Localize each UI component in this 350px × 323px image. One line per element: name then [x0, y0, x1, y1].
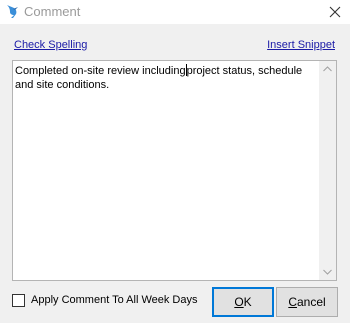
comment-text: Completed on-site review includingprojec…	[15, 64, 315, 92]
cancel-button[interactable]: Cancel	[276, 287, 338, 317]
cancel-label-rest: ancel	[296, 295, 326, 309]
check-spelling-link[interactable]: Check Spelling	[14, 39, 87, 51]
apply-all-week-days-checkbox[interactable]	[12, 294, 25, 307]
chevron-down-icon[interactable]	[323, 269, 332, 275]
comment-dialog: Comment Check Spelling Insert Snippet Co…	[0, 0, 350, 323]
ok-mnemonic: O	[234, 295, 244, 309]
title-bar: Comment	[0, 0, 350, 24]
chevron-up-icon[interactable]	[323, 66, 332, 72]
insert-snippet-link[interactable]: Insert Snippet	[267, 39, 335, 51]
comment-text-before-caret: Completed on-site review including	[15, 65, 186, 77]
ok-button[interactable]: OK	[212, 287, 274, 317]
close-button[interactable]	[320, 0, 350, 24]
cancel-mnemonic: C	[288, 295, 297, 309]
bird-icon	[4, 3, 20, 19]
window-title: Comment	[24, 4, 81, 19]
apply-all-week-days-label: Apply Comment To All Week Days	[31, 294, 198, 306]
comment-textarea[interactable]: Completed on-site review includingprojec…	[12, 60, 337, 281]
vertical-scrollbar[interactable]	[319, 61, 336, 280]
ok-label-rest: K	[243, 295, 252, 309]
close-icon	[329, 6, 341, 18]
